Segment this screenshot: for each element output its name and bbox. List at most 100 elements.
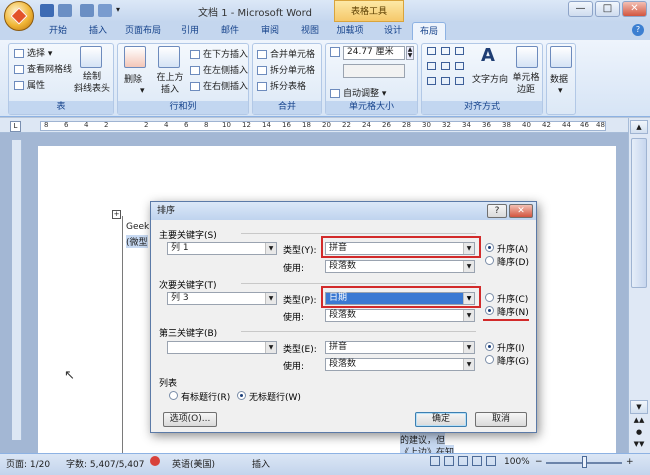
tertiary-desc-label[interactable]: 降序(G) xyxy=(497,354,529,367)
cancel-button[interactable]: 取消 xyxy=(475,412,527,427)
tertiary-desc-radio[interactable] xyxy=(485,355,494,364)
next-page-icon[interactable]: ▼▼ xyxy=(630,440,648,452)
tab-design[interactable]: 设计 xyxy=(376,22,410,40)
merge-cells-button[interactable]: 合并单元格 xyxy=(257,47,315,60)
page-count[interactable]: 页面: 1/20 xyxy=(6,457,50,470)
zoom-level[interactable]: 100% xyxy=(504,457,530,467)
word-count[interactable]: 字数: 5,407/5,407 xyxy=(66,457,144,470)
data-button[interactable]: 数据 xyxy=(550,72,568,85)
text-direction-button[interactable]: 文字方向 xyxy=(472,72,508,85)
zoom-in-button[interactable]: + xyxy=(626,457,634,467)
ok-button[interactable]: 确定 xyxy=(415,412,467,427)
data-dropdown-icon[interactable]: ▾ xyxy=(558,86,563,96)
primary-asc-radio[interactable] xyxy=(485,243,494,252)
align-top-left-icon[interactable] xyxy=(427,47,436,55)
secondary-desc-radio[interactable] xyxy=(485,306,494,315)
minimize-button[interactable]: — xyxy=(568,1,593,17)
undo-icon[interactable] xyxy=(58,4,72,17)
properties-button[interactable]: 属性 xyxy=(14,78,45,91)
secondary-asc-label[interactable]: 升序(C) xyxy=(497,292,528,305)
align-bottom-right-icon[interactable] xyxy=(455,77,464,85)
align-top-center-icon[interactable] xyxy=(441,47,450,55)
full-screen-view-icon[interactable] xyxy=(444,456,454,466)
has-header-label[interactable]: 有标题行(R) xyxy=(181,390,230,403)
tertiary-asc-label[interactable]: 升序(I) xyxy=(497,341,525,354)
insert-right-button[interactable]: 在右侧插入 xyxy=(190,79,248,92)
tab-page-layout[interactable]: 页面布局 xyxy=(120,22,166,40)
primary-using-select[interactable]: 段落数 ▼ xyxy=(325,260,475,273)
dialog-help-button[interactable]: ? xyxy=(487,204,507,218)
tab-view[interactable]: 视图 xyxy=(292,22,328,40)
cell-width-input[interactable]: 24.77 厘米 xyxy=(343,46,405,60)
secondary-key-field[interactable]: 列 3 ▼ xyxy=(167,292,277,305)
zoom-slider-thumb[interactable] xyxy=(582,456,587,468)
align-middle-left-icon[interactable] xyxy=(427,62,436,70)
tertiary-type-select[interactable]: 拼音 ▼ xyxy=(325,341,475,354)
split-cells-button[interactable]: 拆分单元格 xyxy=(257,63,315,76)
outline-view-icon[interactable] xyxy=(472,456,482,466)
insert-left-button[interactable]: 在左侧插入 xyxy=(190,63,248,76)
scroll-down-arrow[interactable]: ▼ xyxy=(630,400,648,414)
tab-insert[interactable]: 插入 xyxy=(80,22,116,40)
proofing-icon[interactable] xyxy=(150,456,160,466)
align-top-right-icon[interactable] xyxy=(455,47,464,55)
tertiary-using-select[interactable]: 段落数 ▼ xyxy=(325,358,475,371)
tab-layout[interactable]: 布局 xyxy=(412,22,446,40)
insert-above-icon[interactable] xyxy=(158,46,180,68)
split-table-button[interactable]: 拆分表格 xyxy=(257,79,306,92)
dialog-close-button[interactable]: ✕ xyxy=(509,204,533,218)
maximize-button[interactable]: □ xyxy=(595,1,620,17)
qat-dropdown-icon[interactable]: ▾ xyxy=(116,5,120,14)
prev-page-icon[interactable]: ▲▲ xyxy=(630,416,648,428)
tab-review[interactable]: 审阅 xyxy=(252,22,288,40)
width-spinner[interactable]: ▲ ▼ xyxy=(406,46,414,60)
print-layout-view-icon[interactable] xyxy=(430,456,440,466)
draw-diagonal-label[interactable]: 绘制 斜线表头 xyxy=(74,71,110,95)
scroll-thumb[interactable] xyxy=(631,138,647,288)
tab-stop-selector[interactable]: L xyxy=(10,121,21,132)
tab-references[interactable]: 引用 xyxy=(172,22,208,40)
primary-asc-label[interactable]: 升序(A) xyxy=(497,242,528,255)
data-icon[interactable] xyxy=(550,46,572,68)
help-icon[interactable]: ? xyxy=(632,24,644,36)
delete-icon[interactable] xyxy=(124,46,146,68)
options-button[interactable]: 选项(O)... xyxy=(163,412,217,427)
align-bottom-left-icon[interactable] xyxy=(427,77,436,85)
tab-mailings[interactable]: 邮件 xyxy=(212,22,248,40)
text-direction-icon[interactable]: A xyxy=(481,45,495,66)
primary-desc-label[interactable]: 降序(D) xyxy=(497,255,529,268)
no-header-radio[interactable] xyxy=(237,391,246,400)
primary-key-field[interactable]: 列 1 ▼ xyxy=(167,242,277,255)
cell-height-input[interactable] xyxy=(343,64,405,78)
select-button[interactable]: 选择 ▾ xyxy=(14,46,52,59)
insert-mode[interactable]: 插入 xyxy=(252,457,270,470)
secondary-asc-radio[interactable] xyxy=(485,293,494,302)
zoom-out-button[interactable]: − xyxy=(535,457,543,467)
tertiary-key-field[interactable]: ▼ xyxy=(167,341,277,354)
autofit-button[interactable]: 自动调整 ▾ xyxy=(330,86,386,99)
secondary-desc-label[interactable]: 降序(N) xyxy=(497,305,529,318)
cell-margins-icon[interactable] xyxy=(516,46,538,68)
align-middle-center-icon[interactable] xyxy=(441,62,450,70)
draft-view-icon[interactable] xyxy=(486,456,496,466)
redo-icon[interactable] xyxy=(80,4,94,17)
office-button[interactable] xyxy=(4,1,34,31)
scroll-up-arrow[interactable]: ▲ xyxy=(630,120,648,134)
insert-above-button[interactable]: 在上方 插入 xyxy=(154,72,186,96)
table-move-handle[interactable]: + xyxy=(112,210,121,219)
tab-home[interactable]: 开始 xyxy=(40,22,76,40)
primary-desc-radio[interactable] xyxy=(485,256,494,265)
save-icon[interactable] xyxy=(40,4,54,17)
no-header-label[interactable]: 无标题行(W) xyxy=(249,390,301,403)
tertiary-asc-radio[interactable] xyxy=(485,342,494,351)
browse-object-icon[interactable]: ● xyxy=(630,428,648,440)
delete-button[interactable]: 删除 xyxy=(124,72,142,85)
align-middle-right-icon[interactable] xyxy=(455,62,464,70)
insert-below-button[interactable]: 在下方插入 xyxy=(190,47,248,60)
language-indicator[interactable]: 英语(美国) xyxy=(172,457,215,470)
cell-margins-button[interactable]: 单元格 边距 xyxy=(510,72,542,96)
close-button[interactable]: ✕ xyxy=(622,1,647,17)
draw-diagonal-icon[interactable] xyxy=(80,46,102,68)
print-icon[interactable] xyxy=(98,4,112,17)
web-layout-view-icon[interactable] xyxy=(458,456,468,466)
